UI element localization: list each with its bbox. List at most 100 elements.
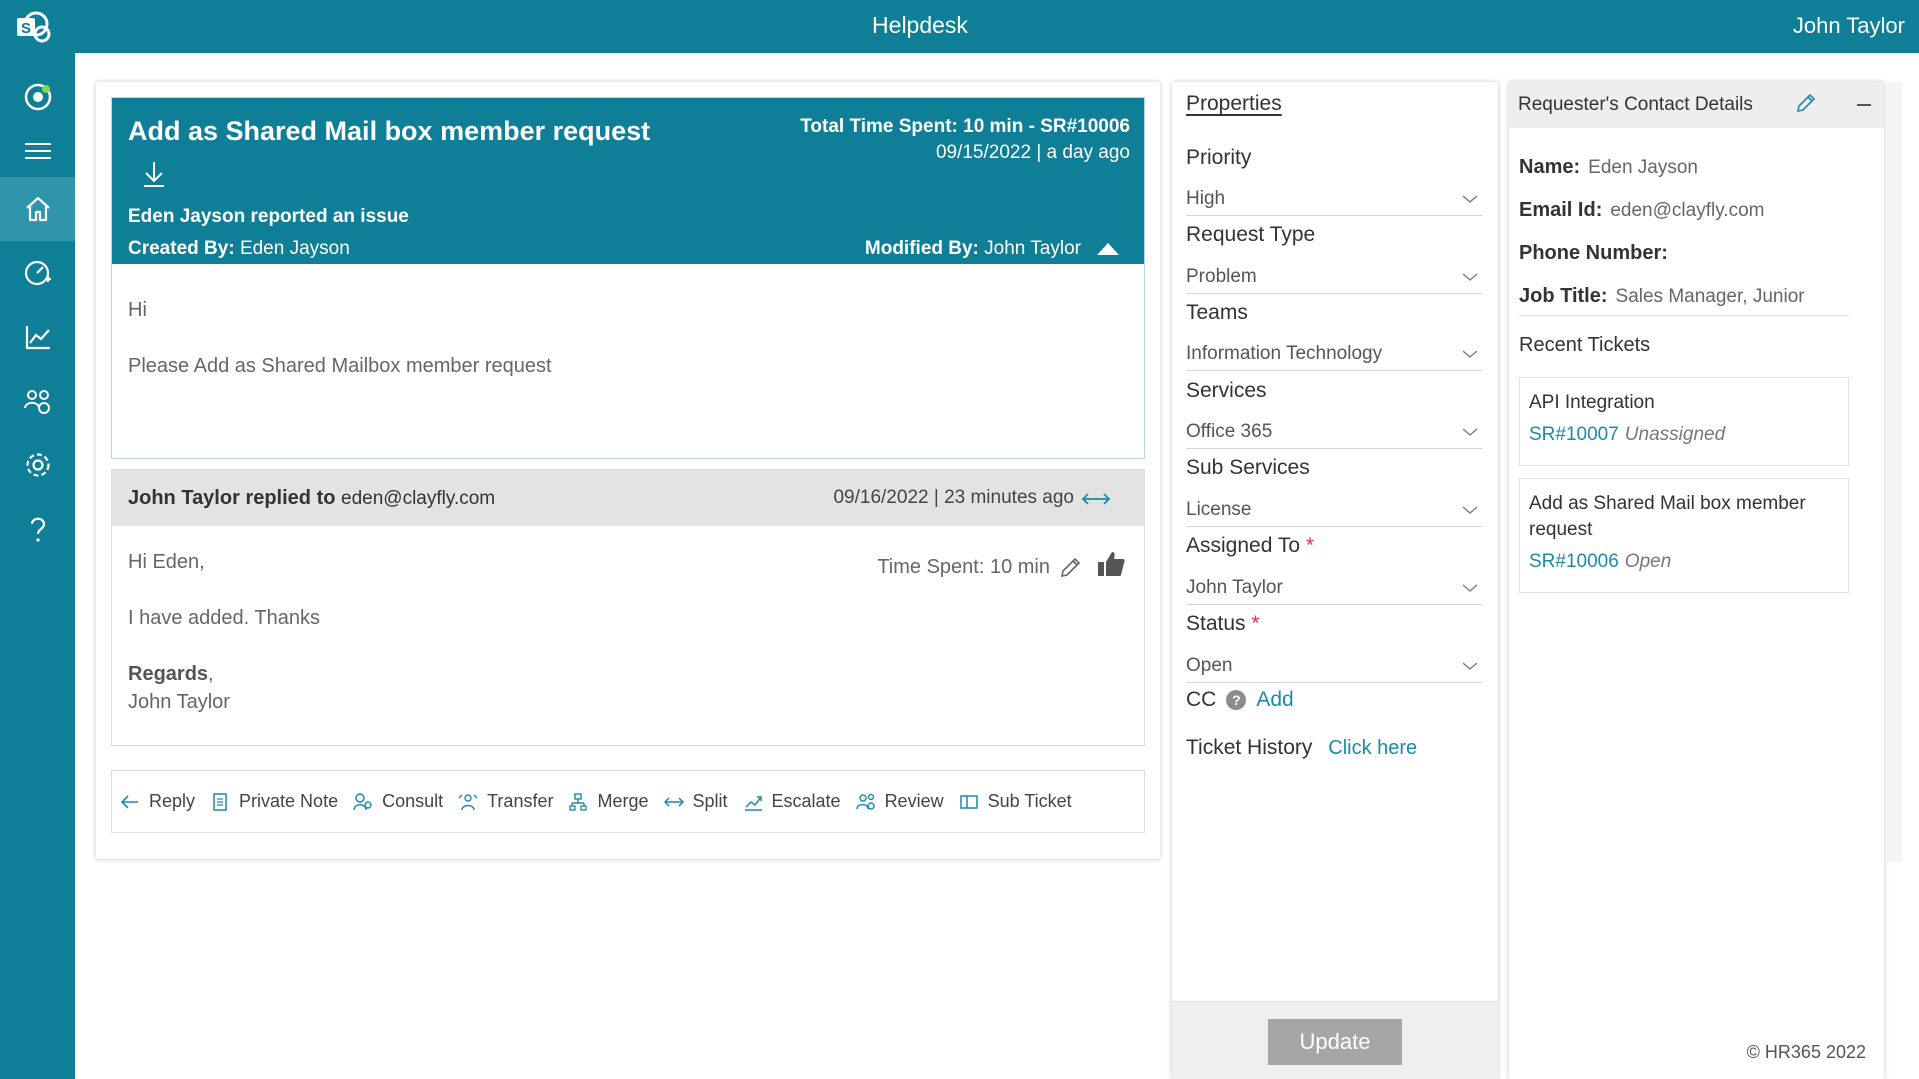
update-footer: Update [1172,1001,1498,1079]
review-icon [855,793,875,810]
sub-services-label: Sub Services [1186,456,1310,479]
recent-ticket-item[interactable]: Add as Shared Mail box member request SR… [1519,478,1849,593]
created-by: Created By: Eden Jayson [128,238,350,259]
request-type-label: Request Type [1186,223,1316,246]
divider [1519,315,1849,316]
chevron-down-icon [1462,584,1478,592]
sidebar-item-settings[interactable] [0,433,75,497]
reply-from: John Taylor replied to eden@clayfly.com [128,487,496,509]
contact-name: Name: Eden Jayson [1519,156,1698,178]
copyright: © HR365 2022 [1746,1042,1866,1062]
review-button[interactable]: Review [855,791,944,812]
transfer-button[interactable]: Transfer [458,791,553,812]
sidebar-item-analytics[interactable] [0,305,75,369]
expand-arrows-icon[interactable] [1082,492,1110,506]
sub-services-select[interactable]: License [1186,493,1482,527]
sidebar-item-help[interactable] [0,497,75,561]
status-label: Status * [1186,612,1260,635]
update-button[interactable]: Update [1268,1019,1402,1065]
reported-text: Eden Jayson reported an issue [128,206,409,227]
reply-button[interactable]: Reply [120,791,195,812]
ticket-body-message: Please Add as Shared Mailbox member requ… [128,355,552,377]
reply-icon [120,794,138,809]
reply-date: 09/16/2022 | 23 minutes ago [833,487,1074,508]
sub-ticket-icon [959,794,978,809]
contact-phone: Phone Number: [1519,242,1668,264]
chevron-down-icon [1462,273,1478,281]
reply-message: I have added. Thanks [128,607,320,629]
reply-greeting: Hi Eden, [128,551,205,573]
ticket-title: Add as Shared Mail box member request [128,116,651,146]
thumbs-up-icon[interactable] [1096,550,1126,578]
ticket-body-greeting: Hi [128,299,147,321]
user-name[interactable]: John Taylor [1793,13,1905,39]
assigned-to-label: Assigned To * [1186,534,1315,557]
recent-ticket-item[interactable]: API Integration SR#10007 Unassigned [1519,377,1849,466]
chevron-down-icon [1462,195,1478,203]
ticket-header: Add as Shared Mail box member request Ed… [112,98,1144,264]
cc-add-link[interactable]: Add [1256,688,1293,712]
cc-row: CC ? Add [1186,688,1294,712]
speedometer-icon [24,260,51,286]
settings-icon [25,453,50,477]
note-icon [213,792,227,811]
teams-select[interactable]: Information Technology [1186,337,1482,371]
app-title: Helpdesk [872,12,968,38]
assigned-to-select[interactable]: John Taylor [1186,571,1482,605]
minimize-icon[interactable] [1857,104,1871,106]
total-time-spent: Total Time Spent: 10 min - SR#10006 [800,116,1130,137]
private-note-button[interactable]: Private Note [210,791,338,812]
consult-button[interactable]: Consult [353,791,443,812]
cc-help-icon[interactable]: ? [1226,690,1247,710]
properties-title[interactable]: Properties [1186,92,1282,116]
ticket-history-link[interactable]: Click here [1328,737,1417,759]
help-icon [30,517,45,542]
services-select[interactable]: Office 365 [1186,415,1482,449]
contact-header: Requester's Contact Details [1509,82,1884,128]
split-button[interactable]: Split [663,791,728,812]
dashboard-icon [24,83,51,111]
recent-tickets-label: Recent Tickets [1519,334,1651,356]
contact-panel: Requester's Contact Details Name: Eden Ja… [1509,82,1884,1079]
action-bar: Reply Private Note Consult Transfer Merg… [111,770,1145,833]
sub-ticket-button[interactable]: Sub Ticket [959,791,1072,812]
sidebar [0,53,75,1079]
ticket-panel: Add as Shared Mail box member request Ed… [96,82,1160,859]
reply-card: John Taylor replied to eden@clayfly.com … [111,469,1145,746]
download-icon[interactable] [142,160,166,188]
escalate-button[interactable]: Escalate [743,791,841,812]
ticket-card: Add as Shared Mail box member request Ed… [111,97,1145,459]
transfer-icon [458,793,478,810]
collapse-up-icon[interactable] [1096,240,1120,256]
sidebar-item-speedometer[interactable] [0,241,75,305]
edit-pencil-icon[interactable] [1795,92,1817,114]
top-bar: S Helpdesk John Taylor [0,0,1919,53]
priority-select[interactable]: High [1186,182,1482,216]
split-icon [663,796,684,807]
request-type-select[interactable]: Problem [1186,260,1482,294]
merge-button[interactable]: Merge [568,791,649,812]
scrollbar[interactable] [1886,82,1902,862]
home-icon [25,196,50,222]
services-label: Services [1186,379,1267,402]
reply-header: John Taylor replied to eden@clayfly.com … [112,470,1144,526]
reply-signature: John Taylor [128,691,230,713]
priority-label: Priority [1186,146,1252,169]
sidebar-item-home[interactable] [0,177,75,241]
teams-label: Teams [1186,301,1248,324]
merge-icon [569,792,588,811]
contact-email: Email Id: eden@clayfly.com [1519,199,1765,221]
ticket-body: Hi Please Add as Shared Mailbox member r… [128,296,552,408]
recent-ticket-link[interactable]: SR#10006 [1529,551,1619,572]
menu-icon [24,143,51,159]
chevron-down-icon [1462,506,1478,514]
chevron-down-icon [1462,350,1478,358]
recent-ticket-link[interactable]: SR#10007 [1529,424,1619,445]
users-icon [23,390,50,414]
sidebar-item-menu[interactable] [0,119,75,183]
status-select[interactable]: Open [1186,649,1482,683]
edit-time-pencil-icon[interactable] [1058,556,1082,580]
sidebar-item-users[interactable] [0,369,75,433]
contact-job-title: Job Title: Sales Manager, Junior [1519,285,1805,307]
chart-icon [25,326,50,350]
